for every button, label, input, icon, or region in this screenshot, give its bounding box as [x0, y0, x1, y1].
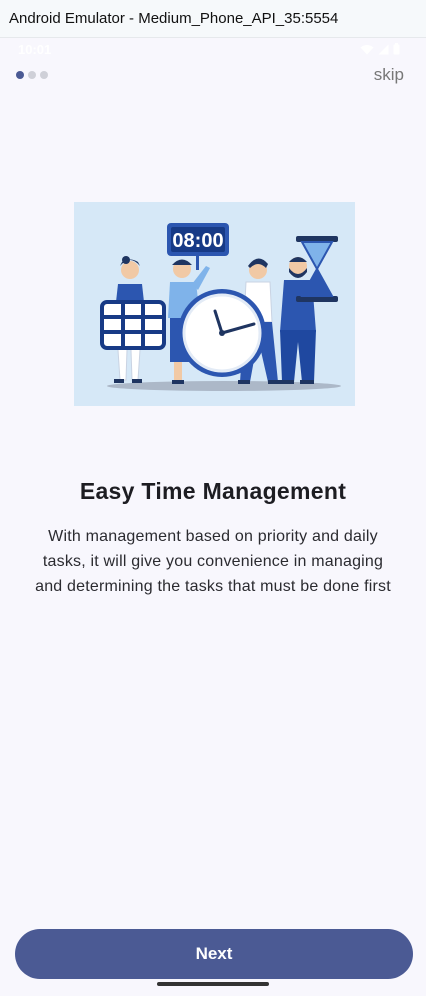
- onboarding-title: Easy Time Management: [79, 478, 347, 504]
- time-management-illustration: 08:00: [74, 202, 355, 406]
- cellular-signal-icon: [378, 44, 389, 54]
- page-indicator: [16, 71, 48, 79]
- onboarding-description: With management based on priority and da…: [35, 528, 391, 595]
- skip-button[interactable]: skip: [374, 65, 404, 85]
- status-icons: [360, 43, 400, 55]
- wifi-icon: [360, 44, 374, 54]
- battery-icon: [393, 43, 400, 55]
- home-gesture-bar[interactable]: [157, 982, 269, 986]
- clock-sign-text: 08:00: [172, 230, 223, 252]
- next-button[interactable]: Next: [15, 929, 413, 979]
- page-dot: [28, 71, 36, 79]
- page-dot: [40, 71, 48, 79]
- status-time: 10:01: [18, 41, 52, 57]
- page-dot-active: [16, 71, 24, 79]
- window-title: Android Emulator - Medium_Phone_API_35:5…: [9, 10, 339, 27]
- status-bar: 10:01: [0, 38, 426, 60]
- illustration-graphic: 08:00: [100, 223, 341, 391]
- emulator-title-bar: Android Emulator - Medium_Phone_API_35:5…: [0, 0, 426, 38]
